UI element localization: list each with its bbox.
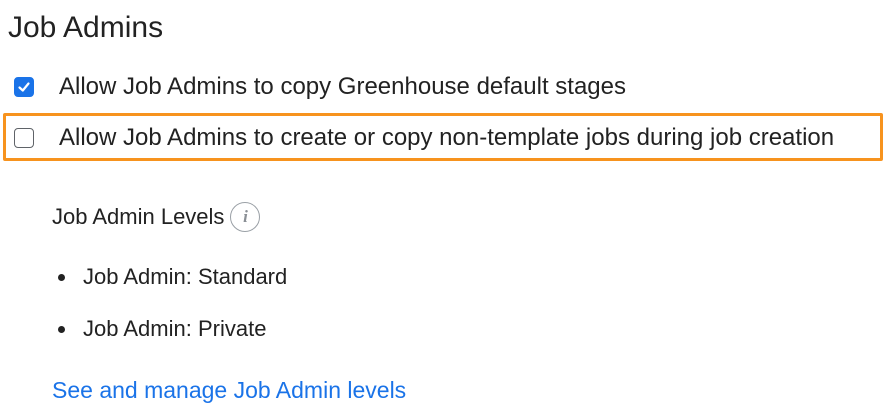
non-template-jobs-label: Allow Job Admins to create or copy non-t… <box>59 124 835 151</box>
option-copy-default-stages[interactable]: Allow Job Admins to copy Greenhouse defa… <box>14 71 626 103</box>
job-admin-levels-heading: Job Admin Levels i <box>52 202 261 232</box>
level-private-label: Job Admin: Private <box>83 316 267 341</box>
job-admin-levels-label: Job Admin Levels <box>52 204 225 229</box>
level-standard-label: Job Admin: Standard <box>83 264 288 289</box>
bullet-icon <box>58 273 65 281</box>
list-item: Job Admin: Private <box>58 314 287 344</box>
option-non-template-jobs[interactable]: Allow Job Admins to create or copy non-t… <box>14 122 834 154</box>
copy-default-stages-checkbox[interactable] <box>14 77 34 97</box>
list-item: Job Admin: Standard <box>58 262 287 292</box>
section-title: Job Admins <box>8 11 164 44</box>
checkmark-icon <box>18 82 30 92</box>
job-admins-settings: Job Admins Allow Job Admins to copy Gree… <box>0 0 893 416</box>
copy-default-stages-label: Allow Job Admins to copy Greenhouse defa… <box>59 73 626 100</box>
info-icon[interactable]: i <box>230 202 261 232</box>
job-admin-levels-list: Job Admin: Standard Job Admin: Private <box>58 262 287 344</box>
manage-job-admin-levels-link[interactable]: See and manage Job Admin levels <box>52 374 406 406</box>
bullet-icon <box>58 325 65 333</box>
non-template-jobs-checkbox[interactable] <box>14 128 34 148</box>
